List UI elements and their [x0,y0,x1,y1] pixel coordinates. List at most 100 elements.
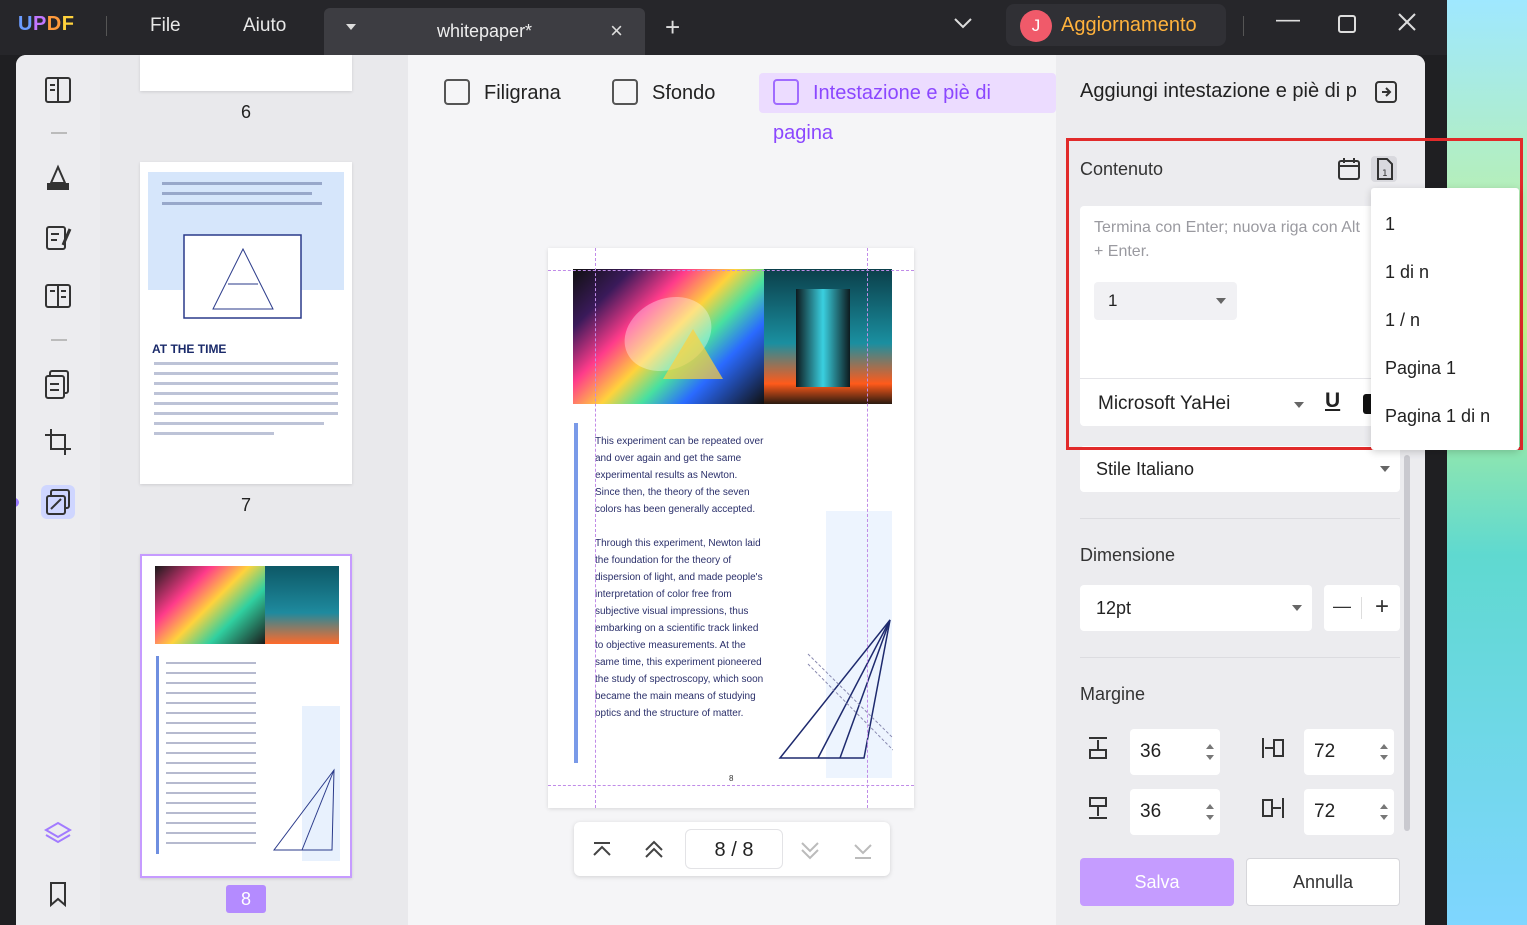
thumbnail-page-number: 7 [240,495,251,515]
dropdown-option[interactable]: Pagina 1 di n [1385,406,1490,427]
watermark-button[interactable]: Filigrana [444,73,561,113]
increment-icon[interactable] [1206,744,1214,749]
last-page-icon[interactable] [850,837,876,863]
size-value: 12pt [1096,598,1132,618]
first-page-icon[interactable] [589,837,615,863]
update-label: Aggiornamento [1061,14,1197,36]
increase-size-button[interactable]: + [1375,593,1389,621]
minimize-icon[interactable]: — [1276,8,1300,32]
margin-right-value: 72 [1314,801,1336,822]
decrement-icon[interactable] [1206,755,1214,760]
increment-icon[interactable] [1380,744,1388,749]
dropdown-option[interactable]: Pagina 1 [1385,358,1456,379]
panel-scrollbar[interactable] [1404,455,1410,831]
thumbnail-page-6[interactable] [140,55,352,91]
margin-bottom-input[interactable]: 36 [1130,789,1220,835]
dropdown-option[interactable]: 1 [1385,214,1395,235]
save-button[interactable]: Salva [1080,858,1234,906]
footer-guide-line [548,785,914,786]
collapse-panel-icon[interactable] [1374,80,1400,106]
size-stepper: — + [1324,585,1400,631]
toolbar-divider [51,132,67,134]
edit-pdf-icon[interactable] [41,221,75,255]
margin-left-value: 72 [1314,741,1336,762]
margin-top-value: 36 [1140,741,1162,762]
left-guide-line [595,248,596,808]
background-icon [612,78,638,105]
tab-title: whitepaper* [437,21,533,41]
convert-icon[interactable] [41,367,75,401]
chevron-down-icon [1380,466,1390,472]
document-tab[interactable]: whitepaper* × [324,8,645,55]
increment-icon[interactable] [1206,804,1214,809]
thumbnail-panel: 6 AT THE TIME 7 8 [100,55,408,925]
style-select[interactable]: Stile Italiano [1080,446,1400,492]
margin-left-input[interactable]: 72 [1304,729,1394,775]
header-guide-line [548,270,914,271]
header-footer-label: Intestazione e piè di pagina [773,82,991,144]
page-preview: This experiment can be repeated over and… [548,248,914,808]
page-paragraph: This experiment can be repeated over and… [595,436,764,515]
title-separator [1243,16,1244,36]
maximize-icon[interactable] [1338,14,1356,38]
watermark-label: Filigrana [484,82,561,104]
new-tab-icon[interactable]: + [665,14,680,40]
page-tools-icon[interactable] [41,485,75,519]
thumbnail-text-block [166,662,256,852]
margin-top-input[interactable]: 36 [1130,729,1220,775]
prism-photo [764,269,892,404]
thumbnail-page-7[interactable]: AT THE TIME [140,162,352,484]
style-value: Stile Italiano [1096,459,1195,479]
thumbnail-image [155,566,265,644]
header-footer-button[interactable]: Intestazione e piè di pagina [759,73,1056,144]
page-body-text: This experiment can be repeated over and… [595,433,765,739]
margin-right-icon [1260,795,1286,821]
thumbnail-heading: AT THE TIME [152,342,227,356]
decrement-icon[interactable] [1380,815,1388,820]
dropdown-option[interactable]: 1 / n [1385,310,1420,331]
prism-photo [573,269,764,404]
background-label: Sfondo [652,82,716,104]
page-paragraph: Through this experiment, Newton laid the… [595,538,764,719]
chevron-down-icon [1292,605,1302,611]
page-navigator: 8 / 8 [574,822,890,876]
toolbar-divider [51,339,67,341]
menu-help[interactable]: Aiuto [243,15,286,37]
page-number-input[interactable]: 8 / 8 [685,829,783,869]
update-button[interactable]: J Aggiornamento [1006,4,1226,46]
active-indicator [16,498,19,507]
close-window-icon[interactable] [1397,12,1417,37]
previous-page-icon[interactable] [641,837,667,863]
section-divider [1080,518,1400,519]
avatar: J [1020,10,1052,42]
size-select[interactable]: 12pt [1080,585,1312,631]
header-footer-icon [773,78,799,105]
chevron-down-icon[interactable] [952,16,974,35]
decrease-size-button[interactable]: — [1333,596,1351,617]
left-toolbar [16,55,100,925]
comment-icon[interactable] [41,161,75,195]
menu-file[interactable]: File [150,15,181,37]
section-divider [1080,657,1400,658]
watermark-icon [444,78,470,105]
next-page-icon[interactable] [797,837,823,863]
margin-bottom-icon [1086,795,1112,821]
cancel-button[interactable]: Annulla [1246,858,1400,906]
decrement-icon[interactable] [1206,815,1214,820]
background-button[interactable]: Sfondo [612,73,715,113]
quote-bar [574,423,578,763]
margin-left-icon [1260,735,1286,761]
tab-dropdown-icon[interactable] [346,24,356,30]
thumbnail-page-number: 6 [240,102,251,122]
layers-icon[interactable] [41,817,75,851]
tab-close-icon[interactable]: × [610,18,623,44]
thumbnail-page-8[interactable] [140,554,352,878]
organize-pages-icon[interactable] [41,279,75,313]
margin-right-input[interactable]: 72 [1304,789,1394,835]
bookmark-icon[interactable] [41,877,75,911]
reader-icon[interactable] [41,73,75,107]
increment-icon[interactable] [1380,804,1388,809]
dropdown-option[interactable]: 1 di n [1385,262,1429,283]
crop-icon[interactable] [41,425,75,459]
decrement-icon[interactable] [1380,755,1388,760]
